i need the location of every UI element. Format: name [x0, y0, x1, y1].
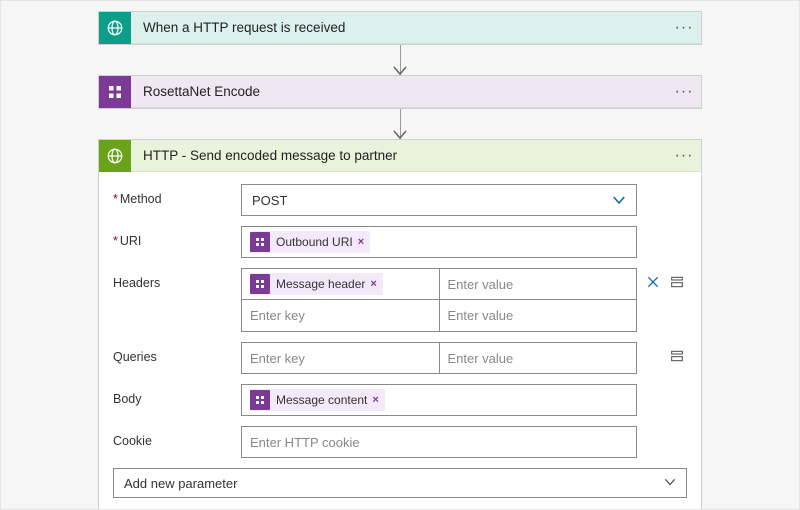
step-header[interactable]: HTTP - Send encoded message to partner ·…: [99, 140, 701, 172]
field-queries: Queries Enter key Enter value: [113, 342, 687, 374]
globe-icon: [99, 140, 131, 172]
body-input[interactable]: Message content ×: [241, 384, 637, 416]
field-uri: *URI Outbound URI ×: [113, 226, 687, 258]
token-message-content[interactable]: Message content ×: [250, 389, 385, 411]
field-label: Cookie: [113, 426, 241, 448]
query-value-input[interactable]: Enter value: [440, 342, 638, 374]
token-message-header[interactable]: Message header ×: [250, 273, 383, 295]
step-title: RosettaNet Encode: [131, 84, 667, 99]
field-label: *URI: [113, 226, 241, 248]
add-new-parameter[interactable]: Add new parameter: [113, 468, 687, 498]
chevron-down-icon: [610, 191, 628, 212]
token-remove-icon[interactable]: ×: [372, 394, 378, 406]
header-key-input[interactable]: Message header ×: [241, 268, 440, 300]
header-value-input[interactable]: Enter value: [440, 300, 638, 332]
workflow-stack: When a HTTP request is received ··· Rose…: [1, 1, 799, 510]
chevron-down-icon: [662, 474, 678, 493]
more-icon[interactable]: ···: [667, 147, 701, 165]
designer-canvas: When a HTTP request is received ··· Rose…: [0, 0, 800, 510]
step-header[interactable]: When a HTTP request is received ···: [99, 12, 701, 44]
token-outbound-uri[interactable]: Outbound URI ×: [250, 231, 370, 253]
rosettanet-icon: [250, 232, 270, 252]
rosettanet-icon: [250, 274, 270, 294]
step-rosettanet-encode[interactable]: RosettaNet Encode ···: [98, 75, 702, 109]
connector-arrow: [98, 45, 702, 75]
add-param-label: Add new parameter: [124, 476, 237, 491]
headers-row-0: Message header × Enter value: [241, 268, 637, 300]
more-icon[interactable]: ···: [667, 19, 701, 37]
required-marker: *: [113, 234, 118, 248]
token-label: Message content: [276, 393, 367, 407]
field-method: *Method POST: [113, 184, 687, 216]
connector-arrow: [98, 109, 702, 139]
field-body: Body Message content ×: [113, 384, 687, 416]
toggle-mode-icon[interactable]: [669, 274, 685, 290]
field-label: Headers: [113, 268, 241, 290]
field-label: Queries: [113, 342, 241, 364]
queries-row-0: Enter key Enter value: [241, 342, 637, 374]
field-cookie: Cookie Enter HTTP cookie: [113, 426, 687, 458]
method-value: POST: [252, 193, 287, 208]
field-label: *Method: [113, 184, 241, 206]
rosettanet-icon: [250, 390, 270, 410]
uri-input[interactable]: Outbound URI ×: [241, 226, 637, 258]
delete-row-icon[interactable]: [645, 274, 661, 290]
field-label: Body: [113, 384, 241, 406]
query-key-input[interactable]: Enter key: [241, 342, 440, 374]
token-remove-icon[interactable]: ×: [370, 278, 376, 290]
toggle-mode-icon[interactable]: [669, 348, 685, 364]
headers-row-1: Enter key Enter value: [241, 300, 637, 332]
step-http-send: HTTP - Send encoded message to partner ·…: [98, 139, 702, 510]
method-select[interactable]: POST: [241, 184, 637, 216]
rosettanet-icon: [99, 76, 131, 108]
globe-icon: [99, 12, 131, 44]
step-http-trigger[interactable]: When a HTTP request is received ···: [98, 11, 702, 45]
token-label: Outbound URI: [276, 235, 353, 249]
more-icon[interactable]: ···: [667, 83, 701, 101]
token-label: Message header: [276, 277, 365, 291]
header-value-input[interactable]: Enter value: [440, 268, 638, 300]
step-title: HTTP - Send encoded message to partner: [131, 148, 667, 163]
step-title: When a HTTP request is received: [131, 20, 667, 35]
required-marker: *: [113, 192, 118, 206]
step-body: *Method POST *URI: [99, 172, 701, 510]
token-remove-icon[interactable]: ×: [358, 236, 364, 248]
header-key-input[interactable]: Enter key: [241, 300, 440, 332]
cookie-input[interactable]: Enter HTTP cookie: [241, 426, 637, 458]
step-header[interactable]: RosettaNet Encode ···: [99, 76, 701, 108]
field-headers: Headers Message header × Enter value: [113, 268, 687, 332]
